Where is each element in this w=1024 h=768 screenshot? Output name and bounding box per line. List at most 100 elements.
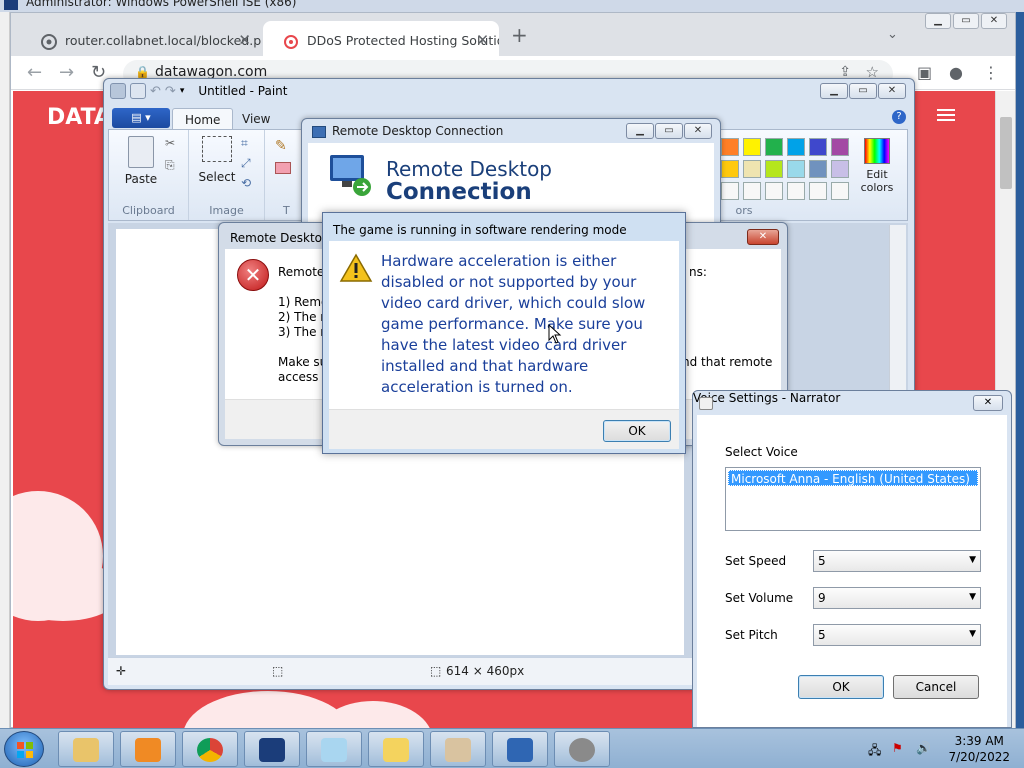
undo-icon[interactable]: ↶ (150, 84, 161, 99)
taskbar-chrome[interactable] (182, 731, 238, 767)
action-center-flag-icon[interactable]: ⚑ (892, 741, 906, 755)
color-swatch[interactable] (831, 138, 849, 156)
rotate-icon[interactable]: ⟲ (241, 176, 251, 190)
minimize-icon[interactable]: ▁ (925, 13, 951, 29)
color-swatch[interactable] (765, 160, 783, 178)
side-panel-icon[interactable]: ▣ (917, 63, 932, 82)
paint-window-controls: ▁ ▭ ✕ (820, 83, 906, 99)
edit-colors-button[interactable]: Edit colors (857, 138, 897, 194)
close-icon[interactable]: ✕ (747, 229, 779, 245)
minimize-icon[interactable]: ▁ (820, 83, 848, 99)
voice-option-selected[interactable]: Microsoft Anna - English (United States) (728, 470, 978, 486)
taskbar-paint[interactable] (430, 731, 486, 767)
ok-button[interactable]: OK (798, 675, 884, 699)
taskbar-remote-desktop[interactable] (492, 731, 548, 767)
color-swatch[interactable] (743, 182, 761, 200)
color-swatch[interactable] (743, 160, 761, 178)
minimize-icon[interactable]: ▁ (626, 123, 654, 139)
maximize-icon[interactable]: ▭ (849, 83, 877, 99)
volume-select[interactable]: 9 ▼ (813, 587, 981, 609)
color-swatch[interactable] (831, 182, 849, 200)
paint-app-icon (110, 83, 126, 99)
warning-icon (339, 253, 373, 282)
pencil-icon[interactable]: ✎ (275, 138, 287, 154)
browser-tab-ddos[interactable]: DDoS Protected Hosting Solution ✕ (263, 21, 499, 56)
copy-icon[interactable]: ⎘ (165, 158, 175, 173)
back-icon[interactable]: ← (27, 62, 42, 83)
edit-colors-label-1: Edit (866, 168, 888, 181)
taskbar-explorer[interactable] (58, 731, 114, 767)
taskbar-media-player[interactable] (120, 731, 176, 767)
resize-icon[interactable]: ⤢ (241, 156, 251, 171)
voice-listbox[interactable]: Microsoft Anna - English (United States) (725, 467, 981, 531)
clock-time: 3:39 AM (954, 734, 1004, 748)
start-button[interactable] (4, 731, 44, 767)
cancel-button[interactable]: Cancel (893, 675, 979, 699)
color-swatch[interactable] (787, 160, 805, 178)
pitch-select[interactable]: 5 ▼ (813, 624, 981, 646)
network-icon[interactable]: 🖧 (868, 741, 882, 757)
chevron-down-icon: ▼ (969, 592, 976, 602)
selection-size-icon: ⬚ (272, 664, 284, 678)
color-swatch[interactable] (809, 138, 827, 156)
close-tab-icon[interactable]: ✕ (238, 31, 251, 49)
profile-avatar-icon[interactable]: ● (949, 63, 963, 82)
color-swatch[interactable] (765, 182, 783, 200)
customize-qat-icon[interactable]: ▾ (180, 86, 185, 96)
ok-button[interactable]: OK (603, 420, 671, 442)
taskbar-settings-app[interactable] (554, 731, 610, 767)
menu-kebab-icon[interactable]: ⋮ (983, 63, 999, 82)
color-swatch[interactable] (721, 138, 739, 156)
taskbar-notepad[interactable] (306, 731, 362, 767)
speed-value: 5 (818, 554, 826, 568)
image-size-icon: ⬚ (430, 664, 442, 678)
close-icon[interactable]: ✕ (878, 83, 906, 99)
rd-error-line1: Remote (278, 265, 325, 279)
cursor-position-icon: ✛ (116, 664, 127, 678)
save-icon[interactable] (130, 83, 146, 99)
color-swatch[interactable] (809, 182, 827, 200)
color-swatch[interactable] (787, 182, 805, 200)
close-icon[interactable]: ✕ (684, 123, 712, 139)
close-icon[interactable]: ✕ (981, 13, 1007, 29)
new-tab-button[interactable]: + (511, 23, 528, 47)
color-swatch[interactable] (743, 138, 761, 156)
color-swatch[interactable] (831, 160, 849, 178)
redo-icon[interactable]: ↷ (165, 84, 176, 99)
cut-icon[interactable]: ✂ (165, 136, 175, 150)
help-icon[interactable]: ? (892, 110, 906, 124)
taskbar: 🖧 ⚑ 🔊 3:39 AM 7/20/2022 (0, 728, 1024, 768)
forward-icon[interactable]: → (59, 62, 74, 83)
file-menu-button[interactable]: ▤ ▾ (112, 108, 170, 128)
taskbar-powershell[interactable] (244, 731, 300, 767)
select-button[interactable]: Select (197, 136, 237, 184)
narrator-icon (383, 738, 409, 762)
speed-select[interactable]: 5 ▼ (813, 550, 981, 572)
close-icon[interactable]: ✕ (973, 395, 1003, 411)
maximize-icon[interactable]: ▭ (953, 13, 979, 29)
crop-icon[interactable]: ⌗ (241, 136, 248, 151)
scrollbar-thumb[interactable] (1000, 117, 1012, 189)
select-icon (202, 136, 232, 162)
narrator-body: Select Voice Microsoft Anna - English (U… (697, 415, 1007, 727)
dialog-body: Hardware acceleration is either disabled… (329, 241, 679, 409)
close-tab-icon[interactable]: ✕ (476, 31, 489, 49)
taskbar-narrator[interactable] (368, 731, 424, 767)
color-swatch[interactable] (721, 182, 739, 200)
powershell-title: Administrator: Windows PowerShell ISE (x… (26, 0, 297, 9)
paste-button[interactable]: Paste (121, 136, 161, 186)
maximize-icon[interactable]: ▭ (655, 123, 683, 139)
color-swatch[interactable] (787, 138, 805, 156)
tab-search-icon[interactable]: ⌄ (887, 27, 898, 42)
color-swatch[interactable] (765, 138, 783, 156)
eraser-icon[interactable] (275, 162, 291, 174)
site-logo[interactable]: DATA (47, 105, 111, 130)
system-clock[interactable]: 3:39 AM 7/20/2022 (948, 733, 1010, 765)
color-swatch[interactable] (809, 160, 827, 178)
tab-view[interactable]: View (230, 108, 282, 130)
browser-tab-blocked[interactable]: router.collabnet.local/blocked.ph ✕ (21, 21, 261, 56)
hamburger-menu-icon[interactable] (937, 109, 955, 121)
tab-home[interactable]: Home (172, 108, 234, 130)
volume-icon[interactable]: 🔊 (916, 741, 931, 755)
color-swatch[interactable] (721, 160, 739, 178)
